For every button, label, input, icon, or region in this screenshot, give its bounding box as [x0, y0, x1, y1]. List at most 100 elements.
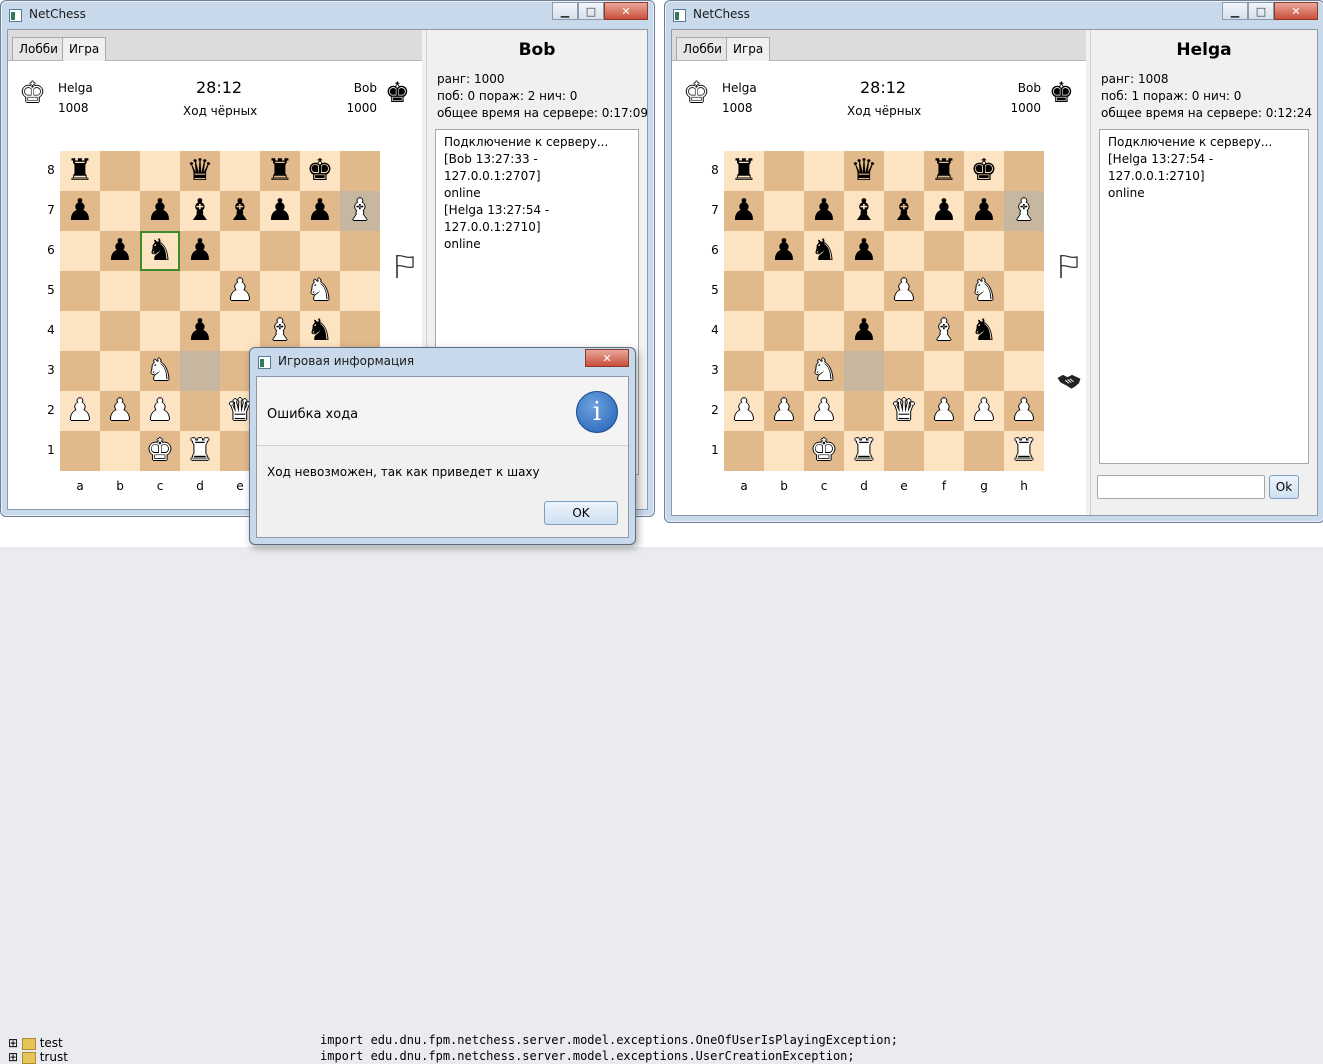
- square-d1[interactable]: ♜: [180, 431, 220, 471]
- square-g5[interactable]: ♞: [964, 271, 1004, 311]
- square-h8[interactable]: [1004, 151, 1044, 191]
- square-c8[interactable]: [804, 151, 844, 191]
- square-a5[interactable]: [724, 271, 764, 311]
- square-e5[interactable]: ♟: [220, 271, 260, 311]
- square-d7[interactable]: ♝: [180, 191, 220, 231]
- square-e3[interactable]: [884, 351, 924, 391]
- square-f5[interactable]: [260, 271, 300, 311]
- square-g4[interactable]: ♞: [964, 311, 1004, 351]
- square-g4[interactable]: ♞: [300, 311, 340, 351]
- square-f3[interactable]: [924, 351, 964, 391]
- square-h2[interactable]: ♟: [1004, 391, 1044, 431]
- square-b1[interactable]: [100, 431, 140, 471]
- square-f8[interactable]: ♜: [924, 151, 964, 191]
- square-g1[interactable]: [964, 431, 1004, 471]
- tab-lobby[interactable]: Лобби: [12, 37, 65, 60]
- square-b5[interactable]: [764, 271, 804, 311]
- square-d3[interactable]: [844, 351, 884, 391]
- square-c4[interactable]: [804, 311, 844, 351]
- tree-item[interactable]: ⊞ test: [8, 1036, 68, 1050]
- square-e8[interactable]: [884, 151, 924, 191]
- square-b2[interactable]: ♟: [100, 391, 140, 431]
- square-f7[interactable]: ♟: [260, 191, 300, 231]
- square-e4[interactable]: [884, 311, 924, 351]
- square-e7[interactable]: ♝: [884, 191, 924, 231]
- square-d3[interactable]: [180, 351, 220, 391]
- netchess-window-helga[interactable]: NetChess ▁ □ ✕ Лобби Игра ♚ Helga 1008 28:12 Ход ч…: [664, 0, 1323, 523]
- square-c2[interactable]: ♟: [140, 391, 180, 431]
- square-d7[interactable]: ♝: [844, 191, 884, 231]
- square-h7[interactable]: ♝: [1004, 191, 1044, 231]
- square-e1[interactable]: [884, 431, 924, 471]
- square-a3[interactable]: [60, 351, 100, 391]
- square-b3[interactable]: [100, 351, 140, 391]
- square-b4[interactable]: [100, 311, 140, 351]
- square-g7[interactable]: ♟: [964, 191, 1004, 231]
- square-a5[interactable]: [60, 271, 100, 311]
- square-d2[interactable]: [844, 391, 884, 431]
- square-h6[interactable]: [340, 231, 380, 271]
- square-g3[interactable]: [964, 351, 1004, 391]
- square-d8[interactable]: ♛: [844, 151, 884, 191]
- square-b8[interactable]: [100, 151, 140, 191]
- square-f8[interactable]: ♜: [260, 151, 300, 191]
- chat-log[interactable]: Подключение к серверу... [Helga 13:27:54 …: [1099, 129, 1309, 464]
- chess-board[interactable]: ♜ ♛ ♜ ♚ ♟ ♟ ♝ ♝ ♟ ♟ ♝ ♟ ♞ ♟ ♟ ♞ ♟ ♝ ♞ ♞ ♟ ♟ ♟ ♛ ♟ ♟ ♟ ♚ ♜ ♜: [724, 151, 1044, 471]
- square-c1[interactable]: ♚: [140, 431, 180, 471]
- square-c6[interactable]: ♞: [140, 231, 180, 271]
- square-a1[interactable]: [60, 431, 100, 471]
- square-e4[interactable]: [220, 311, 260, 351]
- square-d6[interactable]: ♟: [180, 231, 220, 271]
- flag-icon[interactable]: [392, 253, 418, 279]
- square-g8[interactable]: ♚: [300, 151, 340, 191]
- square-f6[interactable]: [924, 231, 964, 271]
- square-f2[interactable]: ♟: [924, 391, 964, 431]
- square-b7[interactable]: [764, 191, 804, 231]
- square-d8[interactable]: ♛: [180, 151, 220, 191]
- square-h5[interactable]: [1004, 271, 1044, 311]
- square-g7[interactable]: ♟: [300, 191, 340, 231]
- square-a1[interactable]: [724, 431, 764, 471]
- square-e6[interactable]: [220, 231, 260, 271]
- square-d6[interactable]: ♟: [844, 231, 884, 271]
- square-h4[interactable]: [1004, 311, 1044, 351]
- square-e6[interactable]: [884, 231, 924, 271]
- ok-button[interactable]: OK: [544, 501, 618, 525]
- maximize-button[interactable]: □: [578, 2, 604, 20]
- flag-icon[interactable]: [1056, 253, 1082, 279]
- square-c5[interactable]: [140, 271, 180, 311]
- square-b3[interactable]: [764, 351, 804, 391]
- tab-game[interactable]: Игра: [726, 37, 771, 61]
- maximize-button[interactable]: □: [1248, 2, 1274, 20]
- minimize-button[interactable]: ▁: [552, 2, 578, 20]
- square-h6[interactable]: [1004, 231, 1044, 271]
- square-c4[interactable]: [140, 311, 180, 351]
- square-h5[interactable]: [340, 271, 380, 311]
- square-a6[interactable]: [724, 231, 764, 271]
- dialog-titlebar[interactable]: Игровая информация ✕: [250, 348, 635, 376]
- square-g6[interactable]: [964, 231, 1004, 271]
- square-g2[interactable]: ♟: [964, 391, 1004, 431]
- square-e5[interactable]: ♟: [884, 271, 924, 311]
- square-d4[interactable]: ♟: [844, 311, 884, 351]
- square-c3[interactable]: ♞: [140, 351, 180, 391]
- square-d2[interactable]: [180, 391, 220, 431]
- square-h8[interactable]: [340, 151, 380, 191]
- square-e2[interactable]: ♛: [884, 391, 924, 431]
- square-a7[interactable]: ♟: [60, 191, 100, 231]
- square-h7[interactable]: ♝: [340, 191, 380, 231]
- square-d1[interactable]: ♜: [844, 431, 884, 471]
- square-a2[interactable]: ♟: [724, 391, 764, 431]
- square-a4[interactable]: [60, 311, 100, 351]
- square-f7[interactable]: ♟: [924, 191, 964, 231]
- square-c7[interactable]: ♟: [804, 191, 844, 231]
- code-editor[interactable]: import edu.dnu.fpm.netchess.server.model…: [320, 1032, 898, 1064]
- square-f1[interactable]: [924, 431, 964, 471]
- square-a3[interactable]: [724, 351, 764, 391]
- square-c5[interactable]: [804, 271, 844, 311]
- square-b2[interactable]: ♟: [764, 391, 804, 431]
- square-c2[interactable]: ♟: [804, 391, 844, 431]
- square-h1[interactable]: ♜: [1004, 431, 1044, 471]
- square-c3[interactable]: ♞: [804, 351, 844, 391]
- handshake-icon[interactable]: [1056, 368, 1082, 394]
